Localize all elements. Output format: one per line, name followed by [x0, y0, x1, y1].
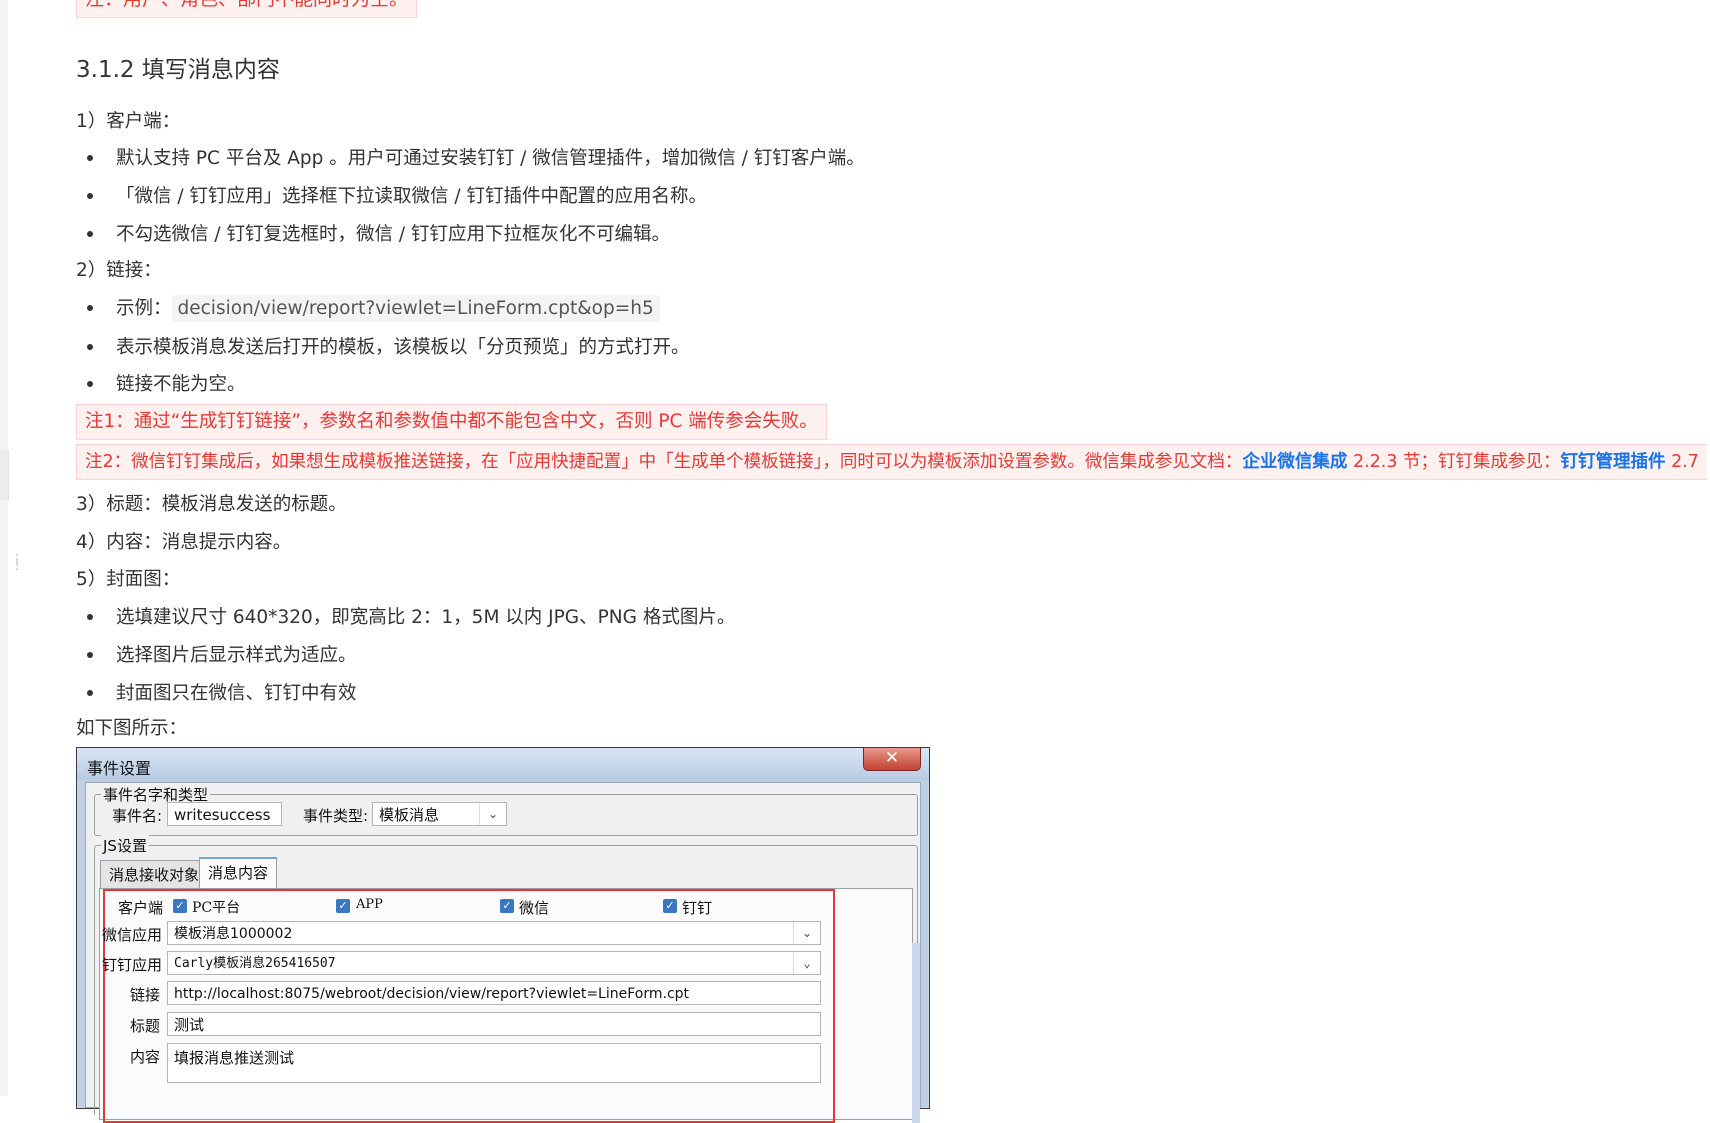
- wechat-app-label: 微信应用: [102, 926, 163, 944]
- event-name-input[interactable]: writesuccess: [167, 802, 282, 826]
- wechat-app-select[interactable]: 模板消息1000002 ⌄: [167, 921, 821, 945]
- checkbox-icon[interactable]: ✓: [173, 899, 187, 913]
- group-js: JS设置 消息接收对象 消息内容 客户端 ✓ PC平台 ✓ APP ✓ 微信 ✓…: [94, 835, 918, 1123]
- list-item: 选择图片后显示样式为适应。: [87, 641, 357, 667]
- note-1: 注1：通过“生成钉钉链接”，参数名和参数值中都不能包含中文，否则 PC 端传参会…: [76, 404, 827, 440]
- cb-wechat-label: 微信: [519, 899, 550, 917]
- title-input[interactable]: 测试: [167, 1012, 821, 1036]
- example-label: 示例：: [116, 298, 172, 319]
- checkbox-icon[interactable]: ✓: [500, 899, 514, 913]
- sec4: 4）内容：消息提示内容。: [76, 532, 292, 553]
- list-item: 「微信 / 钉钉应用」选择框下拉读取微信 / 钉钉插件中配置的应用名称。: [87, 182, 707, 208]
- drag-handle-icon[interactable]: ⋮ ⋮: [11, 553, 23, 578]
- event-type-label: 事件类型:: [303, 807, 369, 825]
- list-item: 选填建议尺寸 640*320，即宽高比 2：1，5M 以内 JPG、PNG 格式…: [86, 603, 735, 629]
- link-input[interactable]: http://localhost:8075/webroot/decision/v…: [167, 981, 821, 1005]
- ding-app-select[interactable]: Carly模板消息265416507 ⌄: [167, 951, 821, 975]
- checkbox-icon[interactable]: ✓: [336, 899, 350, 913]
- sec2-title: 2）链接：: [76, 260, 162, 281]
- left-rail: [0, 0, 9, 1096]
- ding-app-label: 钉钉应用: [102, 956, 163, 974]
- note2-text-a: 注2：微信钉钉集成后，如果想生成模板推送链接，在「应用快捷配置」中「生成单个模板…: [85, 452, 1243, 472]
- note2-text-b: 2.2.3 节；钉钉集成参见：: [1347, 452, 1561, 472]
- title-label: 标题: [130, 1017, 161, 1035]
- chevron-down-icon: ⌄: [793, 922, 820, 944]
- tab-recipients[interactable]: 消息接收对象: [100, 860, 209, 889]
- group-name-type: 事件名字和类型 事件名: writesuccess 事件类型: 模板消息 ⌄: [94, 784, 918, 836]
- chevron-down-icon: ⌄: [479, 803, 506, 825]
- checkbox-icon[interactable]: ✓: [663, 899, 677, 913]
- list-item: 链接不能为空。: [87, 370, 246, 396]
- close-icon[interactable]: ✕: [863, 748, 921, 771]
- dingtalk-plugin-link[interactable]: 钉钉管理插件: [1561, 452, 1666, 472]
- figure-intro: 如下图所示：: [76, 718, 188, 739]
- wechat-integration-link[interactable]: 企业微信集成: [1242, 452, 1347, 472]
- sec5-title: 5）封面图：: [76, 569, 181, 590]
- event-type-value: 模板消息: [379, 806, 440, 824]
- ding-app-value: Carly模板消息265416507: [174, 956, 336, 971]
- sec3: 3）标题：模板消息发送的标题。: [76, 494, 347, 515]
- tab-message-content[interactable]: 消息内容: [199, 857, 278, 889]
- rail-notch: [0, 450, 9, 500]
- cb-pc-label: PC平台: [192, 900, 241, 916]
- wechat-app-value: 模板消息1000002: [174, 926, 293, 942]
- event-settings-dialog-image: 事件设置 ✕ 事件名字和类型 事件名: writesuccess 事件类型: 模…: [76, 747, 930, 1123]
- note-2: 注2：微信钉钉集成后，如果想生成模板推送链接，在「应用快捷配置」中「生成单个模板…: [76, 444, 1707, 480]
- sec1-title: 1）客户端：: [76, 111, 181, 132]
- dialog-body: 事件名字和类型 事件名: writesuccess 事件类型: 模板消息 ⌄ J…: [85, 782, 921, 1123]
- list-item-example: 示例： decision/view/report?viewlet=LineForm…: [87, 294, 660, 322]
- list-item: 封面图只在微信、钉钉中有效: [87, 679, 357, 705]
- content-label: 内容: [130, 1048, 161, 1066]
- top-note: 注：用户、角色、部门不能同时为空。: [76, 0, 418, 18]
- event-name-label: 事件名:: [112, 807, 163, 825]
- list-item: 默认支持 PC 平台及 App 。用户可通过安装钉钉 / 微信管理插件，增加微信…: [87, 144, 865, 170]
- list-item: 不勾选微信 / 钉钉复选框时，微信 / 钉钉应用下拉框灰化不可编辑。: [87, 220, 670, 246]
- link-label: 链接: [130, 986, 161, 1004]
- chevron-down-icon: ⌄: [793, 952, 820, 974]
- content-textarea[interactable]: 填报消息推送测试: [167, 1043, 821, 1083]
- cb-app-label: APP: [356, 897, 383, 912]
- scrollbar[interactable]: [912, 943, 920, 1123]
- dialog-titlebar: 事件设置 ✕: [77, 748, 929, 780]
- list-item: 表示模板消息发送后打开的模板，该模板以「分页预览」的方式打开。: [87, 333, 690, 359]
- client-label: 客户端: [118, 899, 164, 917]
- dialog-title: 事件设置: [87, 759, 152, 778]
- tab-panel: 客户端 ✓ PC平台 ✓ APP ✓ 微信 ✓ 钉钉 微信应用 模板消息1000…: [99, 888, 913, 1123]
- example-code: decision/view/report?viewlet=LineForm.cp…: [171, 295, 660, 322]
- event-type-select[interactable]: 模板消息 ⌄: [372, 802, 507, 826]
- cb-dingtalk-label: 钉钉: [682, 899, 713, 917]
- group-legend: JS设置: [101, 835, 149, 856]
- note2-text-c: 2.7: [1665, 452, 1699, 472]
- section-heading: 3.1.2 填写消息内容: [76, 57, 280, 83]
